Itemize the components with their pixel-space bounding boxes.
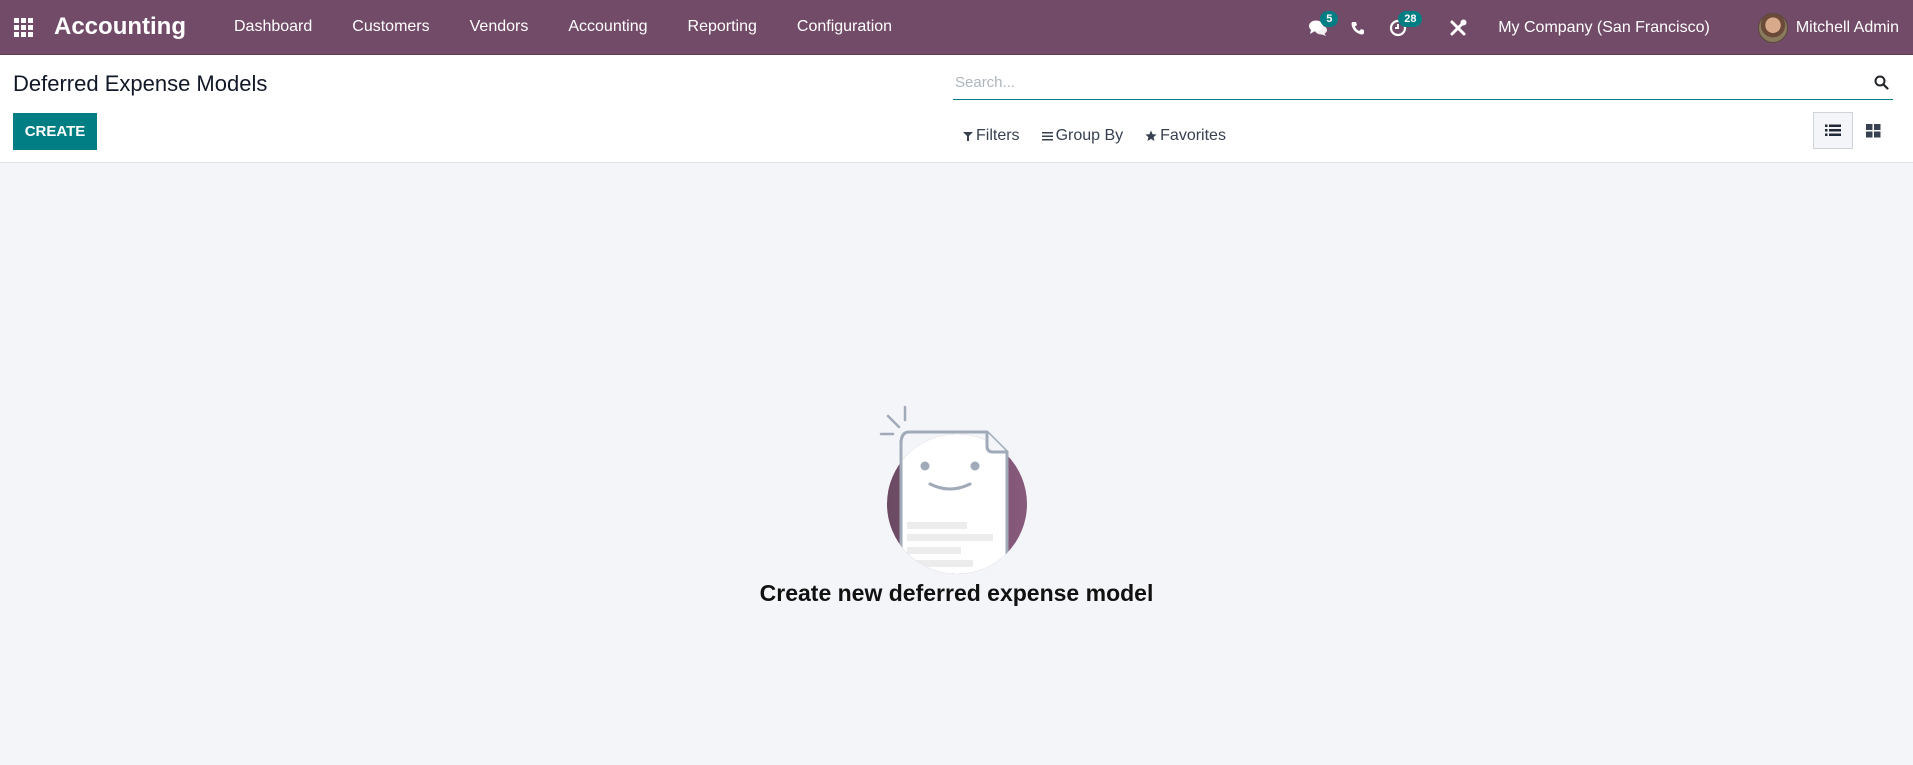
search-input[interactable] [953, 73, 1869, 91]
search-icon[interactable] [1869, 70, 1893, 94]
control-panel: Deferred Expense Models CREATE Filters G… [0, 55, 1913, 163]
avatar [1757, 12, 1788, 43]
messages-badge: 5 [1320, 11, 1339, 27]
smiling-document-icon [879, 405, 1027, 574]
main-content: Create new deferred expense model [0, 164, 1913, 765]
tools-icon [1450, 19, 1467, 35]
debug-tools-button[interactable] [1438, 0, 1478, 55]
filters-button[interactable]: Filters [963, 127, 1020, 145]
list-view-button[interactable] [1813, 112, 1853, 149]
filter-icon [963, 132, 973, 141]
activities-button[interactable]: 28 [1378, 0, 1423, 55]
menu-customers[interactable]: Customers [332, 0, 449, 55]
favorites-button[interactable]: Favorites [1145, 127, 1226, 145]
kanban-view-button[interactable] [1853, 112, 1893, 149]
messages-button[interactable]: 5 [1298, 0, 1339, 55]
systray: 5 28 My Company (San Francisco) Mitchell [1298, 0, 1913, 55]
menu-vendors[interactable]: Vendors [450, 0, 549, 55]
user-name: Mitchell Admin [1795, 18, 1899, 36]
menu-dashboard[interactable]: Dashboard [214, 0, 332, 55]
group-by-button[interactable]: Group By [1041, 127, 1124, 145]
page-title: Deferred Expense Models [13, 71, 268, 96]
list-icon [1825, 124, 1841, 136]
filters-label: Filters [976, 127, 1020, 144]
star-icon [1145, 130, 1157, 141]
apps-grid-icon [13, 17, 33, 37]
group-by-label: Group By [1055, 127, 1124, 144]
kanban-icon [1865, 123, 1880, 137]
search-bar [953, 65, 1893, 100]
phone-button[interactable] [1338, 0, 1378, 55]
company-switcher[interactable]: My Company (San Francisco) [1498, 19, 1710, 37]
menu-reporting[interactable]: Reporting [668, 0, 777, 55]
empty-state-title: Create new deferred expense model [759, 580, 1154, 606]
activities-badge: 28 [1398, 11, 1423, 27]
favorites-label: Favorites [1160, 127, 1226, 144]
empty-state: Create new deferred expense model [0, 404, 1913, 607]
menu-configuration[interactable]: Configuration [777, 0, 912, 55]
user-menu[interactable]: Mitchell Admin [1757, 12, 1899, 43]
create-button[interactable]: CREATE [13, 113, 97, 150]
menu-accounting[interactable]: Accounting [548, 0, 667, 55]
phone-icon [1351, 21, 1365, 34]
apps-menu-button[interactable] [0, 0, 46, 55]
search-options: Filters Group By Favorites [963, 121, 1248, 151]
view-switcher [1813, 112, 1893, 149]
top-navbar: Accounting Dashboard Customers Vendors A… [0, 0, 1913, 55]
app-brand[interactable]: Accounting [54, 13, 186, 41]
bars-icon [1041, 132, 1053, 141]
